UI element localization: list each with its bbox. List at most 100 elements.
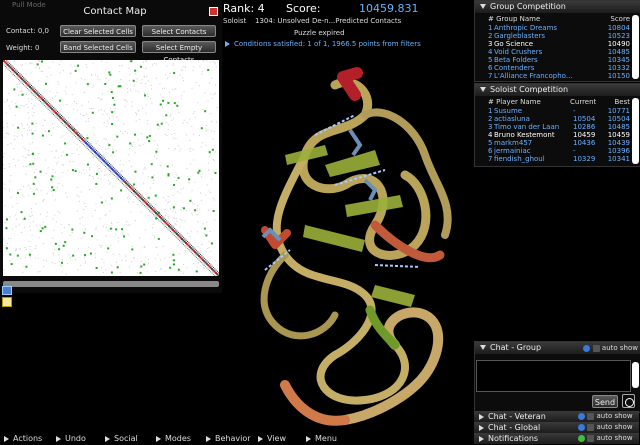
auto-show-label: auto show (596, 412, 633, 420)
menu-label: View (267, 434, 286, 443)
group-row[interactable]: 1 Anthropic Dreams 10804 (475, 24, 630, 32)
player-best: 10341 (607, 155, 630, 163)
menu-actions[interactable]: Actions (4, 434, 42, 444)
rank-label: Rank: 4 (223, 2, 265, 15)
contact-map-panel: Pull Mode Contact Map Contact: 0,0 Weigh… (0, 0, 222, 293)
group-columns-header: # Group Name Score (475, 15, 630, 23)
group-row[interactable]: 6 Contenders 10332 (475, 64, 630, 72)
menu-view[interactable]: View (258, 434, 286, 444)
soloist-row[interactable]: 7 fiendish_ghoul 10329 10341 (475, 155, 630, 163)
player-name: Timo van der Laan (494, 123, 560, 131)
chat-group-log[interactable] (476, 360, 631, 392)
status-dot-icon[interactable] (578, 434, 585, 442)
auto-show-label: auto show (601, 344, 638, 352)
group-score: 10523 (607, 32, 630, 40)
band-selected-cells-button[interactable]: Band Selected Cells (60, 41, 136, 53)
send-button[interactable]: Send (592, 395, 618, 408)
notifications-title: Notifications (488, 434, 539, 443)
soloist-scrollbar[interactable] (632, 98, 639, 164)
menu-undo[interactable]: Undo (56, 434, 86, 444)
veteran-autoshow[interactable]: auto show (578, 411, 633, 421)
player-name: fiendish_ghoul (494, 155, 545, 163)
player-current: 10286 (573, 123, 596, 131)
expand-arrow-icon (479, 435, 484, 442)
group-row[interactable]: 2 Gargleblasters 10523 (475, 32, 630, 40)
soloist-row[interactable]: 1 Susume - 10771 (475, 107, 630, 115)
player-current: 10329 (573, 155, 596, 163)
select-contacts-button[interactable]: Select Contacts (142, 25, 216, 37)
soloist-row[interactable]: 3 Timo van der Laan 10286 10485 (475, 123, 630, 131)
close-icon[interactable] (209, 7, 218, 16)
soloist-row[interactable]: 2 actiasluna 10504 10504 (475, 115, 630, 123)
group-row[interactable]: 3 Go Science 10490 (475, 40, 630, 48)
menu-modes[interactable]: Modes (156, 434, 191, 444)
group-competition-header[interactable]: Group Competition (475, 1, 640, 13)
group-row[interactable]: 5 Beta Folders 10345 (475, 56, 630, 64)
conditions-row[interactable]: Conditions satisfied: 1 of 1, 1966.5 poi… (225, 40, 421, 48)
group-rank: 2 (488, 32, 493, 40)
expand-arrow-icon (225, 41, 230, 47)
group-row[interactable]: 4 Void Crushers 10485 (475, 48, 630, 56)
menu-menu[interactable]: Menu (306, 434, 337, 444)
player-name: jermainiac (494, 147, 531, 155)
chat-scrollbar[interactable] (632, 362, 639, 388)
contact-readout: Contact: 0,0 (6, 27, 49, 35)
close-icon[interactable] (587, 434, 595, 442)
score-label: Score: (286, 2, 321, 15)
player-name: Bruno Kestemont (494, 131, 555, 139)
clear-selected-cells-button[interactable]: Clear Selected Cells (60, 25, 136, 37)
puzzle-status: Puzzle expired (294, 29, 345, 37)
soloist-competition-title: Soloist Competition (490, 85, 569, 94)
player-current: 10436 (573, 139, 596, 147)
player-rank: 4 (488, 131, 493, 139)
mode-label: Pull Mode (12, 1, 46, 9)
soloist-row[interactable]: 5 markm457 10436 10439 (475, 139, 630, 147)
notes-icon[interactable] (2, 297, 12, 307)
contact-map-scrollbar[interactable] (3, 281, 219, 287)
group-name: Gargleblasters (494, 32, 546, 40)
close-icon[interactable] (587, 423, 595, 431)
group-rank: 5 (488, 56, 493, 64)
select-empty-contacts-button[interactable]: Select Empty Contacts (142, 41, 216, 64)
group-rank: 7 (488, 72, 493, 80)
folder-icon[interactable] (2, 286, 12, 295)
soloist-competition-header[interactable]: Soloist Competition (475, 84, 640, 96)
notifications-autoshow[interactable]: auto show (578, 433, 633, 443)
menu-label: Actions (13, 434, 43, 443)
contact-map-grid[interactable] (3, 60, 219, 276)
player-best: 10439 (607, 139, 630, 147)
protein-3d-view[interactable] (225, 55, 470, 430)
player-best: 10504 (607, 115, 630, 123)
group-score: 10332 (607, 64, 630, 72)
chat-group-title: Chat - Group (490, 343, 542, 352)
close-icon[interactable] (587, 412, 595, 420)
menu-label: Behavior (215, 434, 251, 443)
global-autoshow[interactable]: auto show (578, 422, 633, 432)
player-name: Susume (494, 107, 523, 115)
group-rank: 6 (488, 64, 493, 72)
info-icon[interactable] (578, 423, 585, 431)
player-current: - (573, 147, 576, 155)
player-best: 10459 (607, 131, 630, 139)
soloist-row[interactable]: 4 Bruno Kestemont 10459 10459 (475, 131, 630, 139)
info-icon[interactable] (583, 344, 591, 352)
auto-show-label: auto show (596, 434, 633, 442)
group-scrollbar[interactable] (632, 15, 639, 79)
soloist-row[interactable]: 6 jermainiac - 10396 (475, 147, 630, 155)
menu-social[interactable]: Social (105, 434, 138, 444)
menu-label: Modes (165, 434, 191, 443)
info-icon[interactable] (578, 412, 585, 420)
arrow-right-icon (258, 435, 263, 442)
clock-icon[interactable] (622, 394, 635, 408)
close-icon[interactable] (592, 344, 600, 352)
player-best: 10485 (607, 123, 630, 131)
expand-arrow-icon (479, 424, 484, 431)
col-player-name: # Player Name (488, 98, 541, 106)
player-current: - (573, 107, 576, 115)
menu-label: Menu (315, 434, 337, 443)
menu-behavior[interactable]: Behavior (206, 434, 251, 444)
group-score: 10490 (607, 40, 630, 48)
col-group-name: # Group Name (488, 15, 541, 23)
chat-group-autoshow[interactable]: auto show (583, 343, 638, 353)
group-row[interactable]: 7 L'Alliance Francopho... 10150 (475, 72, 630, 80)
